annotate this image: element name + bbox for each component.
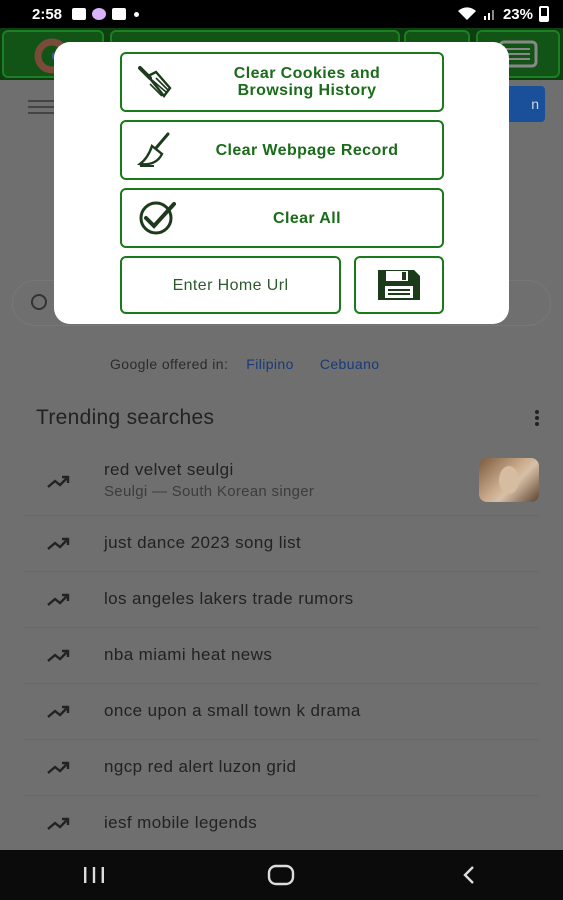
back-button[interactable] bbox=[449, 860, 489, 890]
home-button[interactable] bbox=[261, 860, 301, 890]
recents-button[interactable] bbox=[74, 860, 114, 890]
trending-item[interactable]: iesf mobile legends bbox=[24, 796, 539, 852]
wifi-icon bbox=[457, 7, 476, 21]
clear-all-button[interactable]: Clear All bbox=[120, 188, 444, 248]
clear-cookies-button[interactable]: Clear Cookies and Browsing History bbox=[120, 52, 444, 112]
language-link-cebuano[interactable]: Cebuano bbox=[320, 356, 380, 372]
home-url-field[interactable]: Enter Home Url bbox=[120, 256, 341, 314]
signal-icon bbox=[483, 10, 494, 20]
youtube-notification-icon bbox=[112, 8, 127, 20]
trending-list: red velvet seulgi Seulgi — South Korean … bbox=[0, 448, 563, 852]
sign-in-button[interactable]: n bbox=[503, 86, 545, 122]
trending-text: nba miami heat news bbox=[104, 645, 273, 664]
check-circle-icon bbox=[139, 201, 176, 235]
trending-arrow-icon bbox=[47, 761, 70, 774]
trending-arrow-icon bbox=[47, 593, 70, 606]
clear-data-dialog: Clear Cookies and Browsing History Clear… bbox=[54, 42, 509, 324]
home-icon bbox=[268, 864, 295, 886]
broom-icon bbox=[138, 66, 172, 98]
search-icon bbox=[31, 294, 47, 310]
back-icon bbox=[463, 866, 474, 884]
trending-text: red velvet seulgi bbox=[104, 460, 234, 479]
status-bar: 2:58 23% bbox=[0, 0, 563, 28]
trending-text: just dance 2023 song list bbox=[104, 533, 302, 552]
trending-text: once upon a small town k drama bbox=[104, 701, 361, 720]
recents-icon bbox=[83, 867, 104, 883]
broom-sweep-icon bbox=[136, 132, 170, 167]
trending-arrow-icon bbox=[47, 475, 70, 488]
save-button[interactable] bbox=[354, 256, 444, 314]
floppy-disk-icon bbox=[378, 270, 420, 300]
home-url-placeholder: Enter Home Url bbox=[172, 276, 289, 294]
language-link-filipino[interactable]: Filipino bbox=[246, 356, 294, 372]
offered-in-label: Google offered in: bbox=[110, 356, 229, 372]
app-notification-icon bbox=[92, 8, 107, 20]
trending-item[interactable]: just dance 2023 song list bbox=[24, 516, 539, 572]
battery-percent: 23% bbox=[502, 5, 533, 23]
trending-arrow-icon bbox=[47, 649, 70, 662]
system-nav-bar bbox=[0, 850, 563, 900]
trending-title: Trending searches bbox=[36, 406, 215, 429]
trending-item[interactable]: ngcp red alert luzon grid bbox=[24, 740, 539, 796]
hamburger-menu-icon[interactable] bbox=[28, 100, 54, 114]
offered-in-line: Google offered in: Filipino Cebuano bbox=[110, 356, 379, 372]
clear-webpage-record-button[interactable]: Clear Webpage Record bbox=[120, 120, 444, 180]
trending-item[interactable]: nba miami heat news bbox=[24, 628, 539, 684]
clear-cookies-label-line2: Browsing History bbox=[237, 82, 377, 99]
trending-arrow-icon bbox=[47, 537, 70, 550]
trending-item[interactable]: los angeles lakers trade rumors bbox=[24, 572, 539, 628]
trending-item[interactable]: once upon a small town k drama bbox=[24, 684, 539, 740]
more-options-icon[interactable] bbox=[535, 410, 539, 428]
trending-text: iesf mobile legends bbox=[104, 813, 258, 832]
trending-subtitle: Seulgi — South Korean singer bbox=[104, 483, 315, 500]
more-notifications-icon bbox=[134, 11, 140, 17]
trending-text: ngcp red alert luzon grid bbox=[104, 757, 297, 776]
trending-arrow-icon bbox=[47, 705, 70, 718]
clear-cookies-label-line1: Clear Cookies and bbox=[233, 65, 381, 82]
trending-arrow-icon bbox=[47, 817, 70, 830]
trending-thumbnail bbox=[479, 458, 539, 502]
status-time: 2:58 bbox=[32, 5, 63, 23]
gallery-notification-icon bbox=[72, 8, 87, 20]
trending-text: los angeles lakers trade rumors bbox=[104, 589, 354, 608]
trending-item[interactable]: red velvet seulgi Seulgi — South Korean … bbox=[24, 448, 539, 516]
battery-icon bbox=[539, 6, 549, 22]
